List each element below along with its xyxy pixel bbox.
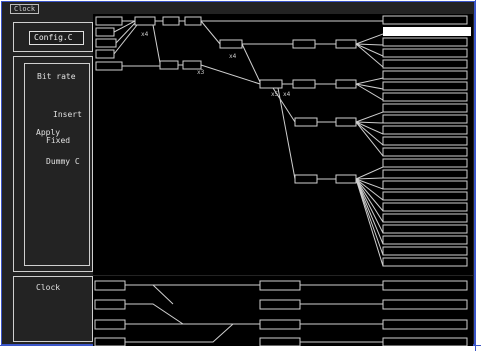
node-label-b: x3 [197, 69, 205, 76]
clock-label: Clock [36, 283, 61, 292]
bit-rate-label: Bit rate [37, 72, 76, 81]
dummy-label: Dummy C [46, 157, 80, 166]
routing-graph[interactable]: x4 x3 x5 x4 x4 [93, 14, 473, 275]
node-label-e: x4 [283, 91, 291, 98]
window-title: Clock [10, 4, 40, 14]
node-label-d: x4 [229, 53, 237, 60]
node-label-c: x5 [271, 91, 279, 98]
fixed-label: Fixed [46, 136, 71, 145]
clock-graph[interactable] [93, 276, 473, 347]
insert-label: Insert [53, 110, 82, 119]
selected-output[interactable] [383, 27, 471, 36]
routing-canvas[interactable]: x4 x3 x5 x4 x4 [93, 14, 473, 275]
config-button[interactable]: Config.C [29, 31, 84, 45]
window-edge-right [475, 0, 476, 351]
clock-routing-canvas[interactable] [93, 276, 473, 347]
node-label-a: x4 [141, 31, 149, 38]
